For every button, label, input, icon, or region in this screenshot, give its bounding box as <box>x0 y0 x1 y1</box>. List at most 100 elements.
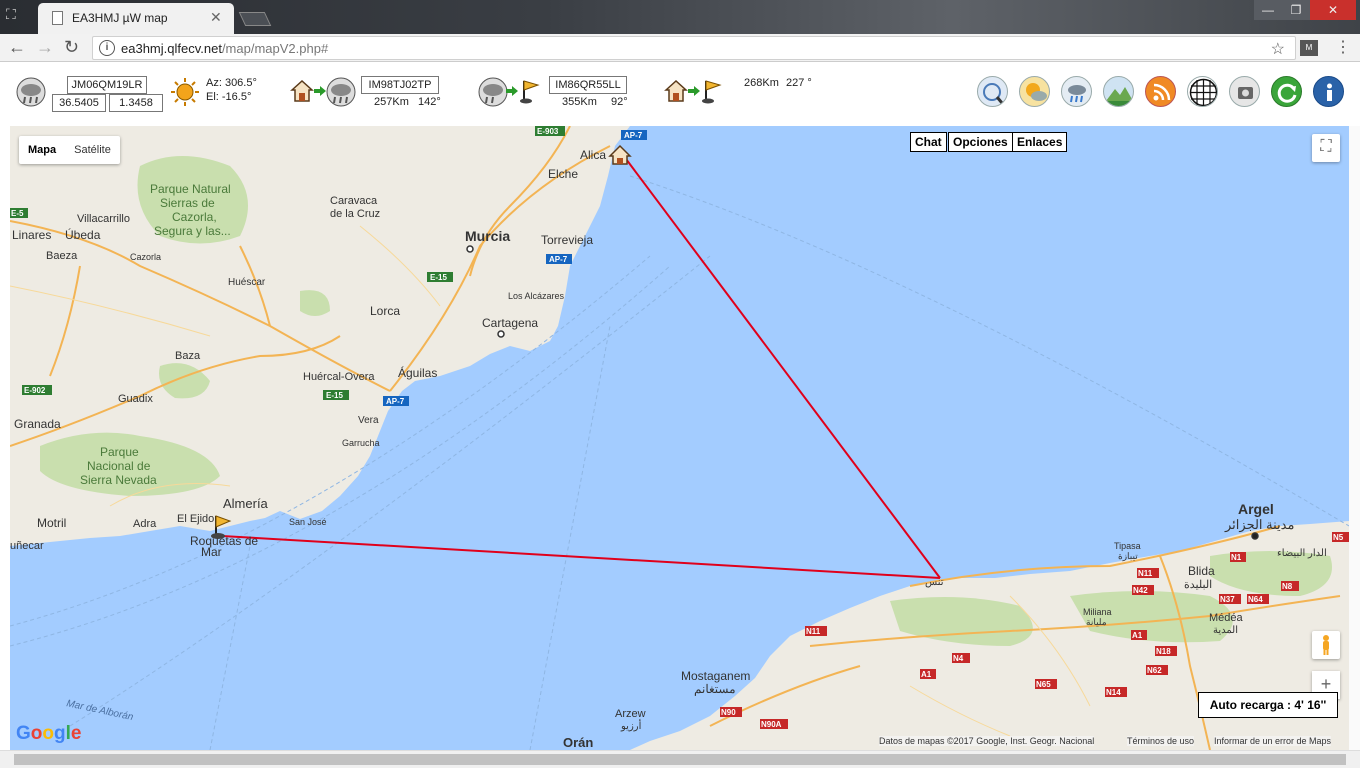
road-label: E-5 <box>11 209 24 218</box>
close-tab-icon[interactable]: ✕ <box>210 9 222 26</box>
browser-tab[interactable]: EA3HMJ µW map ✕ <box>38 3 234 34</box>
rain-icon[interactable] <box>1061 76 1092 107</box>
road-label: N18 <box>1156 647 1171 656</box>
vertical-scrollbar[interactable] <box>1349 126 1360 750</box>
place-label: Elche <box>548 167 578 181</box>
place-label: مستغانم <box>694 682 736 696</box>
park-label: Sierra Nevada <box>80 473 157 487</box>
place-label: Vera <box>358 415 379 426</box>
place-label: أرزيو <box>620 719 642 732</box>
refresh-icon[interactable] <box>1271 76 1302 107</box>
park-label: Parque Natural <box>150 182 231 196</box>
bookmark-star-icon[interactable]: ☆ <box>1271 39 1285 59</box>
place-label: Linares <box>12 228 51 242</box>
scrollbar-thumb[interactable] <box>14 754 1346 765</box>
arrow-icon <box>314 86 326 96</box>
terms-link[interactable]: Términos de uso <box>1127 736 1195 746</box>
street-view-pegman-icon[interactable] <box>1312 631 1340 659</box>
place-label: Garrucha <box>342 438 380 448</box>
minimize-button[interactable]: — <box>1254 0 1282 20</box>
map-canvas[interactable]: E-903 AP-7 AP-7 AP-7 E-15 E-15 E-902 E-5… <box>10 126 1349 750</box>
road-label: N37 <box>1220 595 1235 604</box>
page-icon <box>52 11 63 25</box>
cloud-icon <box>326 77 356 107</box>
flag-icon <box>702 80 722 104</box>
place-label: Argel <box>1238 501 1274 517</box>
place-label: البليدة <box>1184 579 1212 591</box>
place-label: San José <box>289 517 327 527</box>
grid-icon[interactable] <box>1187 76 1218 107</box>
park-label: Nacional de <box>87 459 151 473</box>
camera-icon[interactable] <box>1229 76 1260 107</box>
new-tab-button[interactable] <box>238 12 272 26</box>
terrain-icon[interactable] <box>1103 76 1134 107</box>
road-label: N90 <box>721 708 736 717</box>
arrow-icon <box>506 86 518 96</box>
home-icon <box>290 79 314 102</box>
info-icon[interactable] <box>1313 76 1344 107</box>
weather-icon[interactable] <box>1019 76 1050 107</box>
bearing-text-4: 227 ° <box>786 77 812 89</box>
place-label: Almería <box>223 496 269 511</box>
radar-icon[interactable] <box>977 76 1008 107</box>
place-label: uñecar <box>10 540 44 552</box>
place-label: مليانة <box>1086 617 1107 627</box>
place-label: El Ejido <box>177 513 214 525</box>
road-label: N11 <box>1138 569 1153 578</box>
forward-icon[interactable]: → <box>36 37 54 58</box>
map-tiles[interactable]: E-903 AP-7 AP-7 AP-7 E-15 E-15 E-902 E-5… <box>10 126 1349 750</box>
map-type-map-button[interactable]: Mapa <box>19 136 65 164</box>
place-label: Los Alcázares <box>508 291 565 301</box>
road-label: E-15 <box>430 273 447 282</box>
latitude-field[interactable]: 36.5405 <box>52 94 106 112</box>
auto-reload-label: Auto recarga : 4' 16'' <box>1198 692 1338 718</box>
fullscreen-button[interactable]: ⛶ <box>1312 134 1340 162</box>
azimuth-text: Az: 306.5° <box>206 77 257 89</box>
place-label: Baeza <box>46 250 78 262</box>
place-label: الدار البيضاء <box>1277 548 1327 559</box>
sun-icon <box>171 78 199 106</box>
place-label: Motril <box>37 516 66 530</box>
place-label: de la Cruz <box>330 208 380 220</box>
road-label: N62 <box>1147 666 1162 675</box>
maximize-button[interactable]: ❐ <box>1282 0 1310 20</box>
road-label: AP-7 <box>386 397 405 406</box>
tab-title: EA3HMJ µW map <box>72 11 168 25</box>
google-logo: Google <box>16 723 82 744</box>
menu-icon[interactable]: ⋮ <box>1335 37 1351 57</box>
bearing-text-2: 142° <box>418 96 441 108</box>
map-type-satellite-button[interactable]: Satélite <box>65 136 120 164</box>
horizontal-scrollbar[interactable] <box>0 750 1360 768</box>
reload-icon[interactable]: ↻ <box>64 37 79 58</box>
longitude-field[interactable]: 1.3458 <box>109 94 163 112</box>
report-error-link[interactable]: Informar de un error de Maps <box>1214 736 1332 746</box>
options-button[interactable]: Opciones <box>948 132 1013 152</box>
locator-field-3[interactable]: IM86QR55LL <box>549 76 627 94</box>
road-label: A1 <box>921 670 932 679</box>
close-window-button[interactable]: ✕ <box>1310 0 1356 20</box>
arrow-icon <box>688 86 700 96</box>
home-icon <box>664 79 688 102</box>
rss-icon[interactable] <box>1145 76 1176 107</box>
info-bar: JM06QM19LR 36.5405 1.3458 Az: 306.5° El:… <box>0 63 1360 125</box>
road-label: AP-7 <box>624 131 643 140</box>
title-bar: ⛶ EA3HMJ µW map ✕ — ❐ ✕ <box>0 0 1360 34</box>
place-label: Alica <box>580 148 606 162</box>
chat-button[interactable]: Chat <box>910 132 947 152</box>
back-icon[interactable]: ← <box>8 37 26 58</box>
road-label: E-902 <box>24 386 46 395</box>
info-icon[interactable]: i <box>99 40 115 56</box>
locator-field-2[interactable]: IM98TJ02TP <box>361 76 439 94</box>
place-label: تنس <box>925 577 944 588</box>
extension-icon[interactable]: M <box>1300 40 1318 56</box>
locator-field[interactable]: JM06QM19LR <box>67 76 147 94</box>
road-label: N42 <box>1133 586 1148 595</box>
distance-text-4: 268Km <box>744 77 779 89</box>
place-label: Adra <box>133 518 157 530</box>
place-label: Caravaca <box>330 195 378 207</box>
road-label: N14 <box>1106 688 1121 697</box>
links-button[interactable]: Enlaces <box>1012 132 1068 152</box>
address-bar[interactable]: i ea3hmj.qlfecv.net/map/mapV2.php# ☆ <box>92 36 1296 60</box>
place-label: Arzew <box>615 708 646 720</box>
distance-text-2: 257Km <box>374 96 409 108</box>
